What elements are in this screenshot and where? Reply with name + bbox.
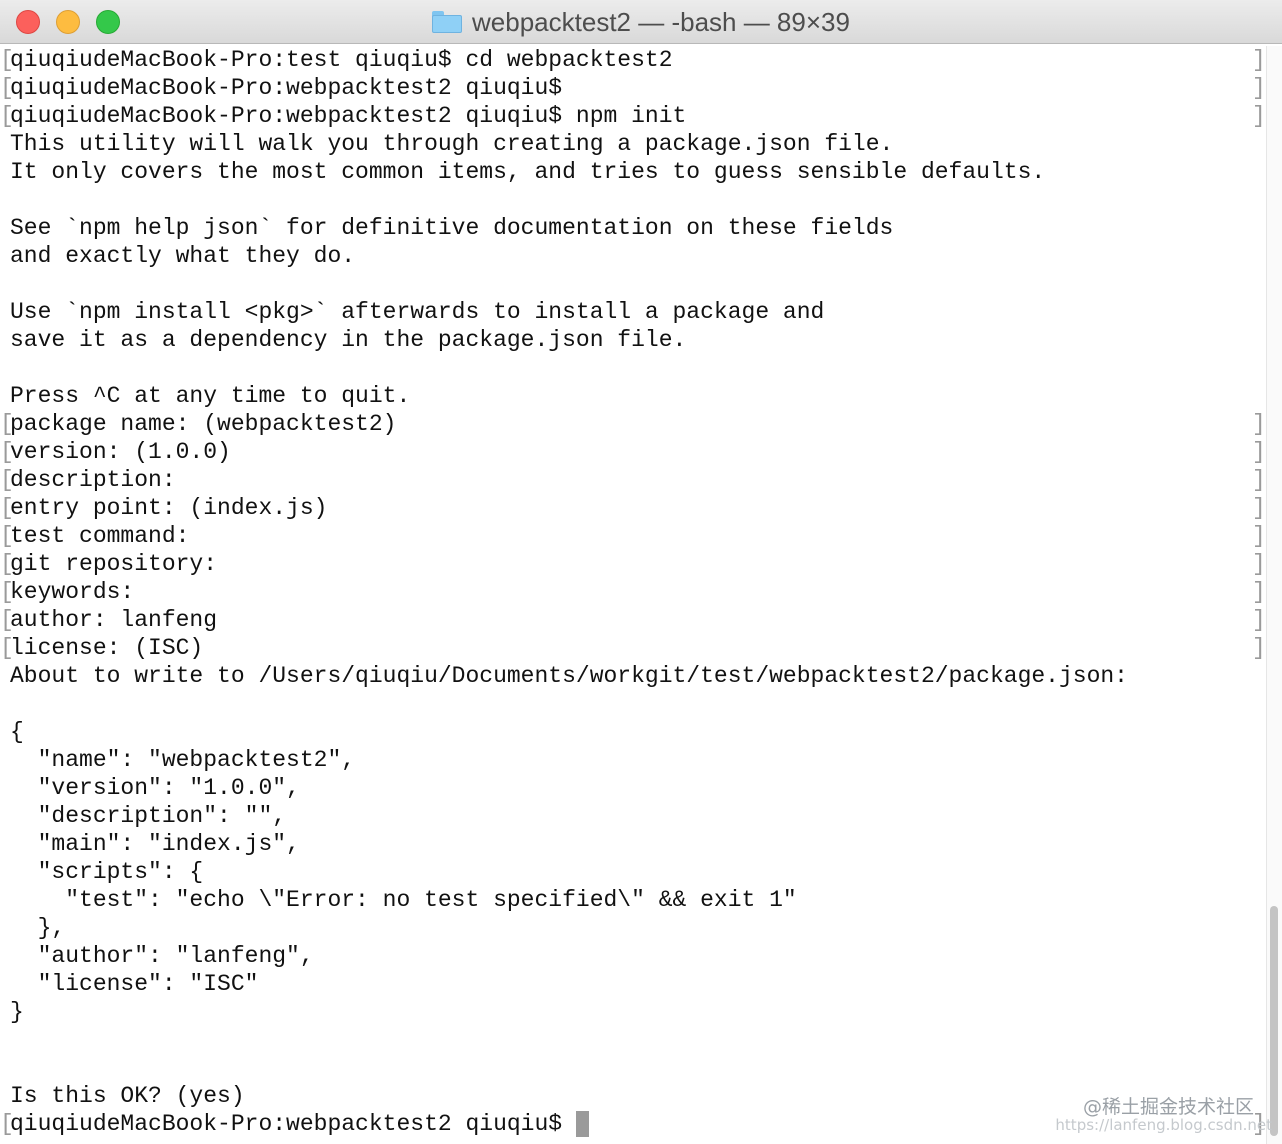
watermark-url: https://lanfeng.blog.csdn.net <box>1055 1116 1272 1134</box>
terminal-line: "scripts": { <box>10 859 204 885</box>
scrollbar[interactable] <box>1266 46 1282 1144</box>
terminal-line: "description": "", <box>10 803 287 829</box>
terminal-line: version: (1.0.0) <box>0 438 1264 466</box>
terminal-line: and exactly what they do. <box>10 243 356 269</box>
terminal-line: description: <box>0 466 1264 494</box>
window-title: webpacktest2 — -bash — 89×39 <box>472 6 850 37</box>
terminal-line: See `npm help json` for definitive docum… <box>10 215 894 241</box>
terminal-line: Is this OK? (yes) <box>10 1083 245 1109</box>
terminal-line: save it as a dependency in the package.j… <box>10 327 687 353</box>
terminal-line: git repository: <box>0 550 1264 578</box>
terminal-line: qiuqiudeMacBook-Pro:test qiuqiu$ cd webp… <box>0 46 1264 74</box>
terminal-line: test command: <box>0 522 1264 550</box>
terminal-line: author: lanfeng <box>0 606 1264 634</box>
terminal-line: "test": "echo \"Error: no test specified… <box>10 887 797 913</box>
terminal-line: }, <box>10 915 66 941</box>
prompt-text: qiuqiudeMacBook-Pro:webpacktest2 qiuqiu$ <box>10 1111 576 1137</box>
terminal-line: "version": "1.0.0", <box>10 775 300 801</box>
terminal-line: } <box>10 999 24 1025</box>
folder-icon <box>432 11 463 33</box>
terminal-line: license: (ISC) <box>0 634 1264 662</box>
terminal-line: { <box>10 719 24 745</box>
terminal-line: keywords: <box>0 578 1264 606</box>
terminal-line: "license": "ISC" <box>10 971 259 997</box>
terminal-line: Use `npm install <pkg>` afterwards to in… <box>10 299 825 325</box>
terminal-line: "name": "webpacktest2", <box>10 747 356 773</box>
terminal-output[interactable]: qiuqiudeMacBook-Pro:test qiuqiu$ cd webp… <box>0 46 1264 1144</box>
terminal-line: It only covers the most common items, an… <box>10 159 1046 185</box>
scrollbar-thumb[interactable] <box>1270 906 1278 1136</box>
terminal-line: Press ^C at any time to quit. <box>10 383 411 409</box>
window-title-area: webpacktest2 — -bash — 89×39 <box>0 0 1282 44</box>
terminal-line: package name: (webpacktest2) <box>0 410 1264 438</box>
terminal-window: webpacktest2 — -bash — 89×39 qiuqiudeMac… <box>0 0 1282 1144</box>
watermark-text: @稀土掘金技术社区 <box>1082 1096 1254 1118</box>
terminal-line: About to write to /Users/qiuqiu/Document… <box>10 663 1128 689</box>
terminal-line: "author": "lanfeng", <box>10 943 314 969</box>
terminal-line: This utility will walk you through creat… <box>10 131 894 157</box>
text-cursor <box>575 1111 589 1137</box>
terminal-line: entry point: (index.js) <box>0 494 1264 522</box>
terminal-line: "main": "index.js", <box>10 831 300 857</box>
title-bar[interactable]: webpacktest2 — -bash — 89×39 <box>0 0 1282 44</box>
terminal-line: qiuqiudeMacBook-Pro:webpacktest2 qiuqiu$… <box>0 102 1264 130</box>
terminal-line: qiuqiudeMacBook-Pro:webpacktest2 qiuqiu$ <box>0 74 1264 102</box>
